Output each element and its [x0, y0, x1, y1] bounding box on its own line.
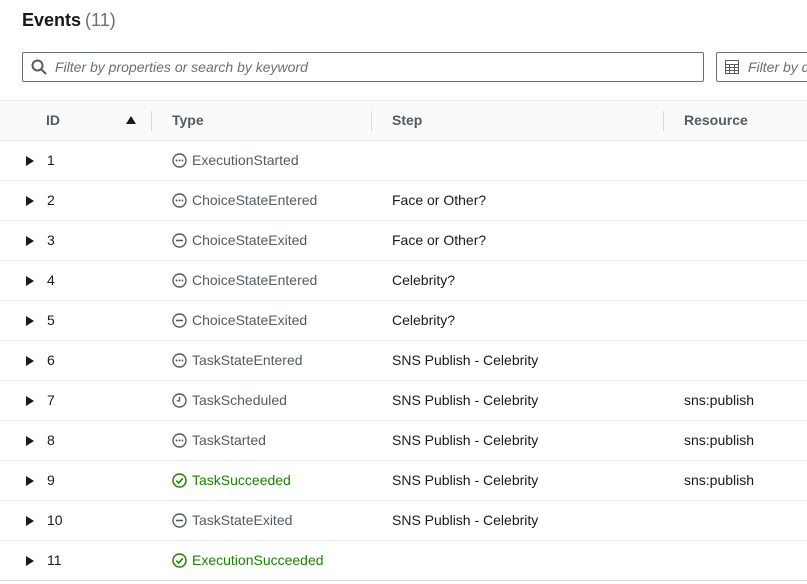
- cell-step: Face or Other?: [392, 232, 487, 248]
- column-header-type[interactable]: Type: [172, 112, 204, 128]
- column-header-id[interactable]: ID: [46, 112, 60, 128]
- cell-type: TaskStarted: [172, 432, 266, 448]
- cell-type-label: TaskStarted: [192, 432, 266, 448]
- cell-step: SNS Publish - Celebrity: [392, 432, 539, 448]
- events-panel: Events(11) Filter by d ID Type Step R: [0, 0, 807, 584]
- cell-id: 10: [47, 512, 63, 528]
- cell-resource: sns:publish: [684, 472, 755, 488]
- expand-caret-icon[interactable]: [26, 156, 34, 166]
- sort-ascending-icon[interactable]: [126, 116, 136, 124]
- column-header-step[interactable]: Step: [392, 112, 422, 128]
- table-row[interactable]: 3 ChoiceStateExited Face or Other?: [0, 221, 807, 261]
- expand-caret-icon[interactable]: [26, 516, 34, 526]
- table-row[interactable]: 6 TaskStateEntered SNS Publish - Celebrity: [0, 341, 807, 381]
- table-row[interactable]: 7 TaskScheduled SNS Publish - Celebrity sns…: [0, 381, 807, 421]
- expand-caret-icon[interactable]: [26, 436, 34, 446]
- table-row[interactable]: 10 TaskStateExited SNS Publish - Celebrity: [0, 501, 807, 541]
- search-input[interactable]: [55, 53, 695, 81]
- cell-id: 4: [47, 272, 55, 288]
- cell-type: ChoiceStateEntered: [172, 192, 317, 208]
- expand-caret-icon[interactable]: [26, 196, 34, 206]
- expand-caret-icon[interactable]: [26, 316, 34, 326]
- cell-type-label: TaskSucceeded: [192, 472, 291, 488]
- column-header-resource[interactable]: Resource: [684, 112, 748, 128]
- minus-circle-icon: [172, 513, 187, 528]
- dots-circle-icon: [172, 153, 187, 168]
- check-circle-icon: [172, 553, 187, 568]
- cell-step: SNS Publish - Celebrity: [392, 472, 539, 488]
- dots-circle-icon: [172, 353, 187, 368]
- cell-type-label: ChoiceStateEntered: [192, 272, 318, 288]
- events-title: Events: [22, 10, 82, 30]
- cell-id: 2: [47, 192, 55, 208]
- minus-circle-icon: [172, 233, 187, 248]
- cell-type-label: TaskStateExited: [192, 512, 293, 528]
- cell-type-label: ChoiceStateExited: [192, 232, 308, 248]
- filter-dropdown[interactable]: Filter by d: [716, 52, 807, 82]
- cell-id: 1: [47, 152, 55, 168]
- events-header: Events (11): [22, 10, 116, 36]
- column-divider[interactable]: [371, 111, 372, 131]
- search-icon: [31, 59, 47, 75]
- table-row[interactable]: 9 TaskSucceeded SNS Publish - Celebrity sns…: [0, 461, 807, 501]
- cell-id: 7: [47, 392, 55, 408]
- cell-type-label: ExecutionSucceeded: [192, 552, 324, 568]
- dots-circle-icon: [172, 273, 187, 288]
- events-table: ID Type Step Resource 1 ExecutionStarted 2…: [0, 100, 807, 581]
- cell-type-label: ChoiceStateEntered: [192, 192, 318, 208]
- cell-step: SNS Publish - Celebrity: [392, 392, 539, 408]
- minus-circle-icon: [172, 313, 187, 328]
- cell-resource: sns:publish: [684, 432, 755, 448]
- dots-circle-icon: [172, 433, 187, 448]
- cell-id: 11: [47, 552, 62, 568]
- expand-caret-icon[interactable]: [26, 556, 34, 566]
- cell-type: ChoiceStateEntered: [172, 272, 317, 288]
- clock-icon: [172, 393, 187, 408]
- table-row[interactable]: 2 ChoiceStateEntered Face or Other?: [0, 181, 807, 221]
- cell-type-label: ChoiceStateExited: [192, 312, 308, 328]
- table-row[interactable]: 11 ExecutionSucceeded: [0, 541, 807, 581]
- grid-icon: [725, 60, 739, 74]
- cell-type: ChoiceStateExited: [172, 232, 307, 248]
- cell-type: TaskSucceeded: [172, 472, 291, 488]
- filter-label: Filter by d: [748, 59, 807, 75]
- table-row[interactable]: 1 ExecutionStarted: [0, 141, 807, 181]
- cell-type-label: TaskStateEntered: [192, 352, 303, 368]
- cell-id: 9: [47, 472, 55, 488]
- events-count: (11): [85, 10, 116, 30]
- cell-type: ChoiceStateExited: [172, 312, 307, 328]
- search-field[interactable]: [22, 52, 704, 82]
- cell-type: TaskScheduled: [172, 392, 287, 408]
- cell-id: 8: [47, 432, 55, 448]
- table-row[interactable]: 8 TaskStarted SNS Publish - Celebrity sns:p…: [0, 421, 807, 461]
- cell-type: TaskStateExited: [172, 512, 292, 528]
- table-row[interactable]: 4 ChoiceStateEntered Celebrity?: [0, 261, 807, 301]
- cell-id: 6: [47, 352, 55, 368]
- column-divider[interactable]: [663, 111, 664, 131]
- cell-id: 3: [47, 232, 55, 248]
- cell-step: SNS Publish - Celebrity: [392, 512, 539, 528]
- column-divider[interactable]: [151, 111, 152, 131]
- expand-caret-icon[interactable]: [26, 356, 34, 366]
- cell-step: Face or Other?: [392, 192, 487, 208]
- table-body: 1 ExecutionStarted 2 ChoiceStateEntered Face…: [0, 141, 807, 581]
- dots-circle-icon: [172, 193, 187, 208]
- cell-step: Celebrity?: [392, 272, 456, 288]
- expand-caret-icon[interactable]: [26, 396, 34, 406]
- cell-type: ExecutionStarted: [172, 152, 299, 168]
- table-row[interactable]: 5 ChoiceStateExited Celebrity?: [0, 301, 807, 341]
- cell-type-label: ExecutionStarted: [192, 152, 299, 168]
- expand-caret-icon[interactable]: [26, 476, 34, 486]
- cell-type-label: TaskScheduled: [192, 392, 287, 408]
- cell-type: ExecutionSucceeded: [172, 552, 324, 568]
- check-circle-icon: [172, 473, 187, 488]
- cell-resource: sns:publish: [684, 392, 755, 408]
- table-header: ID Type Step Resource: [0, 101, 807, 141]
- cell-id: 5: [47, 312, 55, 328]
- cell-step: SNS Publish - Celebrity: [392, 352, 539, 368]
- cell-step: Celebrity?: [392, 312, 456, 328]
- expand-caret-icon[interactable]: [26, 236, 34, 246]
- expand-caret-icon[interactable]: [26, 276, 34, 286]
- cell-type: TaskStateEntered: [172, 352, 303, 368]
